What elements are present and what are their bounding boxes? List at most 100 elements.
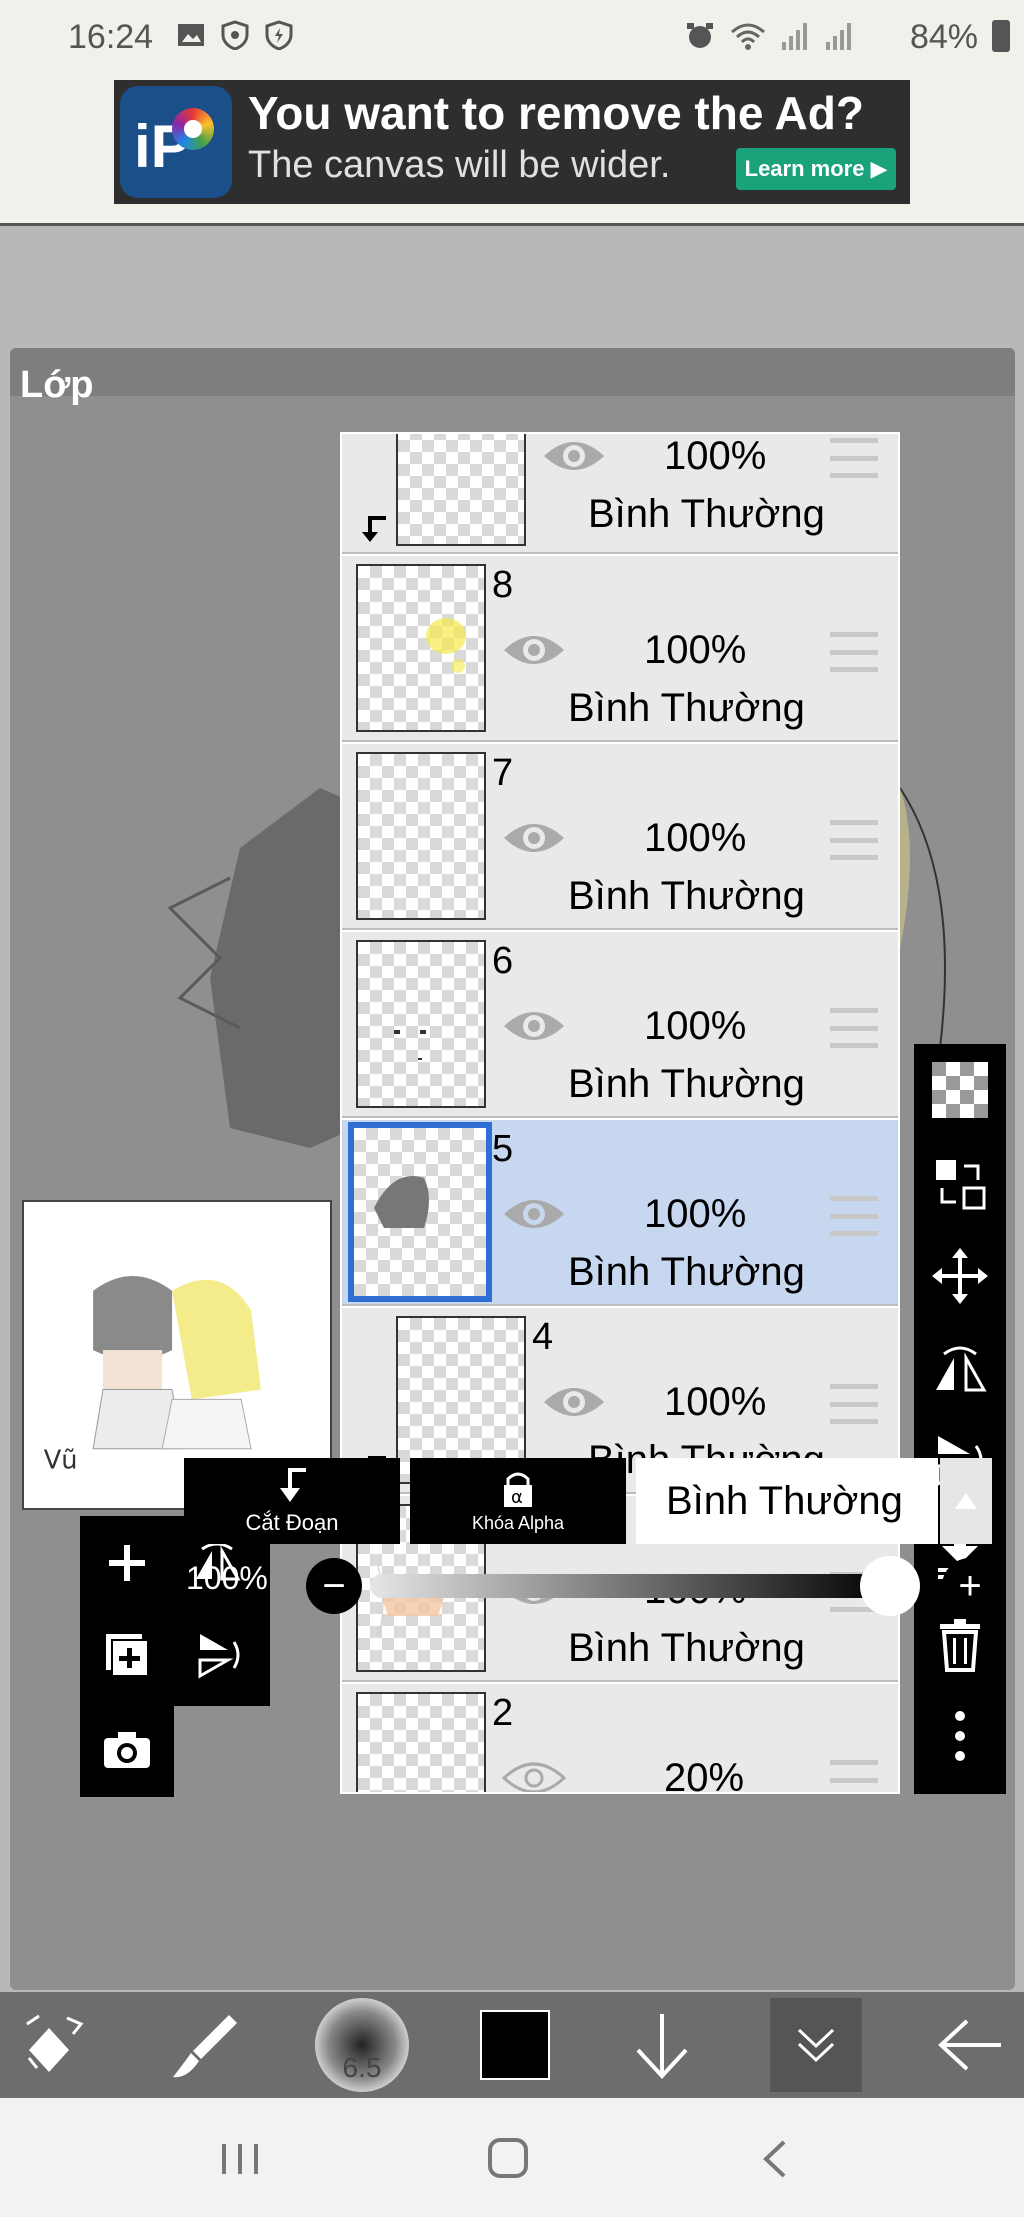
blend-mode-dropdown-button[interactable] (940, 1458, 992, 1544)
drag-handle-icon[interactable] (830, 632, 878, 672)
duplicate-layer-icon (106, 1634, 149, 1677)
swap-layers-button[interactable] (928, 1152, 992, 1216)
drag-handle-icon[interactable] (830, 1384, 878, 1424)
learn-more-button[interactable]: Learn more ▶ (736, 148, 896, 190)
visibility-eye-icon[interactable] (502, 1006, 566, 1046)
drag-handle-icon[interactable] (830, 1196, 878, 1236)
blend-mode-select[interactable]: Bình Thường (636, 1458, 938, 1544)
layer-panel-title: Lớp (20, 364, 94, 406)
ibis-paint-logo: iP (120, 86, 232, 198)
layer-row[interactable]: 2 20% (342, 1684, 898, 1794)
layer-thumbnail[interactable] (356, 1692, 486, 1792)
layer-opacity: 100% (644, 1004, 747, 1048)
layer-row[interactable]: 8 100% Bình Thường (342, 556, 898, 742)
color-swatch (480, 2010, 550, 2080)
ad-subline: The canvas will be wider. (248, 144, 671, 186)
layer-down-button[interactable] (622, 1998, 702, 2092)
opacity-slider-thumb[interactable] (860, 1556, 920, 1616)
flip-horizontal-right-button[interactable] (928, 1336, 992, 1400)
status-right-icons (684, 20, 854, 52)
more-vertical-icon (955, 1711, 965, 1761)
drag-handle-icon[interactable] (830, 1008, 878, 1048)
visibility-eye-icon[interactable] (502, 818, 566, 858)
back-button[interactable] (930, 1998, 1010, 2092)
visibility-eye-icon[interactable] (502, 1194, 566, 1234)
transparent-bg-button[interactable] (928, 1058, 992, 1122)
visibility-eye-icon[interactable] (542, 436, 606, 476)
opacity-value: 100% (186, 1560, 268, 1596)
alpha-lock-button[interactable]: α Khóa Alpha (410, 1458, 626, 1544)
layer-number: 4 (532, 1316, 554, 1358)
camera-icon (104, 1732, 150, 1768)
delete-layer-button[interactable] (928, 1612, 992, 1676)
ad-zone: iP You want to remove the Ad? The canvas… (0, 78, 1024, 226)
brush-tool-button[interactable] (160, 1998, 250, 2092)
play-icon: ▶ (870, 156, 888, 181)
drag-handle-icon[interactable] (830, 1760, 878, 1792)
brush-size-indicator: 6.5 (315, 1998, 409, 2092)
layer-blend-mode: Bình Thường (568, 874, 805, 918)
arrow-left-icon (938, 2019, 1001, 2071)
triangle-up-icon (955, 1493, 977, 1509)
more-options-button[interactable] (928, 1704, 992, 1768)
left-tools-bottom (80, 1703, 174, 1797)
signal-icon (782, 23, 807, 50)
layer-thumbnail[interactable] (356, 940, 486, 1108)
layer-number: 6 (492, 940, 514, 982)
drag-handle-icon[interactable] (830, 438, 878, 478)
minus-icon: − (322, 1563, 346, 1608)
layer-panel-header (10, 348, 1015, 396)
clipping-button[interactable]: Cắt Đoạn (184, 1458, 400, 1544)
plus-icon (109, 1545, 145, 1581)
opacity-decrease-button[interactable]: − (306, 1558, 362, 1614)
visibility-eye-icon-dimmed[interactable] (502, 1758, 566, 1794)
layer-thumbnail[interactable] (356, 564, 486, 732)
flip-vertical-icon (198, 1634, 240, 1679)
battery-percent: 84% (909, 18, 978, 56)
visibility-eye-icon[interactable] (502, 630, 566, 670)
duplicate-layer-button[interactable] (92, 1620, 162, 1690)
layer-row[interactable]: 7 100% Bình Thường (342, 744, 898, 930)
layer-blend-mode: Bình Thường (568, 1250, 805, 1294)
layer-opacity: 100% (644, 1192, 747, 1236)
layer-panel-toggle-button[interactable] (770, 1998, 862, 2092)
flip-horizontal-icon (936, 1346, 987, 1392)
camera-button[interactable] (92, 1715, 162, 1785)
alarm-icon (687, 23, 713, 48)
layer-row[interactable]: 100% Bình Thường (342, 434, 898, 554)
layer-thumbnail[interactable] (348, 1122, 492, 1302)
layer-thumbnail[interactable] (396, 434, 526, 546)
drag-handle-icon[interactable] (830, 820, 878, 860)
visibility-eye-icon[interactable] (542, 1382, 606, 1422)
layer-8-content (426, 618, 466, 673)
ad-banner[interactable]: iP You want to remove the Ad? The canvas… (114, 80, 910, 204)
trash-icon (940, 1619, 980, 1672)
layer-thumbnail[interactable] (356, 752, 486, 920)
opacity-increase-button[interactable]: + (942, 1558, 998, 1614)
plus-icon: + (958, 1563, 982, 1608)
flip-vertical-button[interactable] (182, 1620, 252, 1690)
move-button[interactable] (928, 1244, 992, 1308)
opacity-slider[interactable] (370, 1574, 890, 1598)
double-chevron-down-icon (797, 2028, 835, 2063)
layer-row-selected[interactable]: 5 100% Bình Thường (342, 1120, 898, 1306)
status-time: 16:24 (68, 18, 154, 56)
recent-apps-icon[interactable] (210, 2134, 270, 2184)
transform-tool-button[interactable] (14, 1998, 94, 2092)
system-back-icon[interactable] (746, 2134, 806, 2184)
home-icon[interactable] (478, 2134, 538, 2184)
ad-headline: You want to remove the Ad? (248, 87, 864, 139)
battery-icon (992, 20, 1010, 52)
status-bar: 16:24 84% (0, 0, 1024, 78)
color-button[interactable] (470, 1998, 560, 2092)
brush-size-value: 6.5 (342, 2052, 382, 2083)
wifi-icon (731, 23, 765, 50)
clipping-arrow-icon (362, 516, 386, 542)
lock-alpha-icon: α (504, 1472, 532, 1508)
layer-panel: Lớp Vũ 100% Bình Thường 8 100% Bình Thườ… (10, 348, 1015, 1990)
add-layer-button[interactable] (92, 1528, 162, 1598)
brush-size-button[interactable]: 6.5 (312, 1998, 412, 2092)
layer-opacity: 100% (664, 434, 767, 478)
signal-icon (826, 23, 851, 50)
layer-row[interactable]: 6 100% Bình Thường (342, 932, 898, 1118)
